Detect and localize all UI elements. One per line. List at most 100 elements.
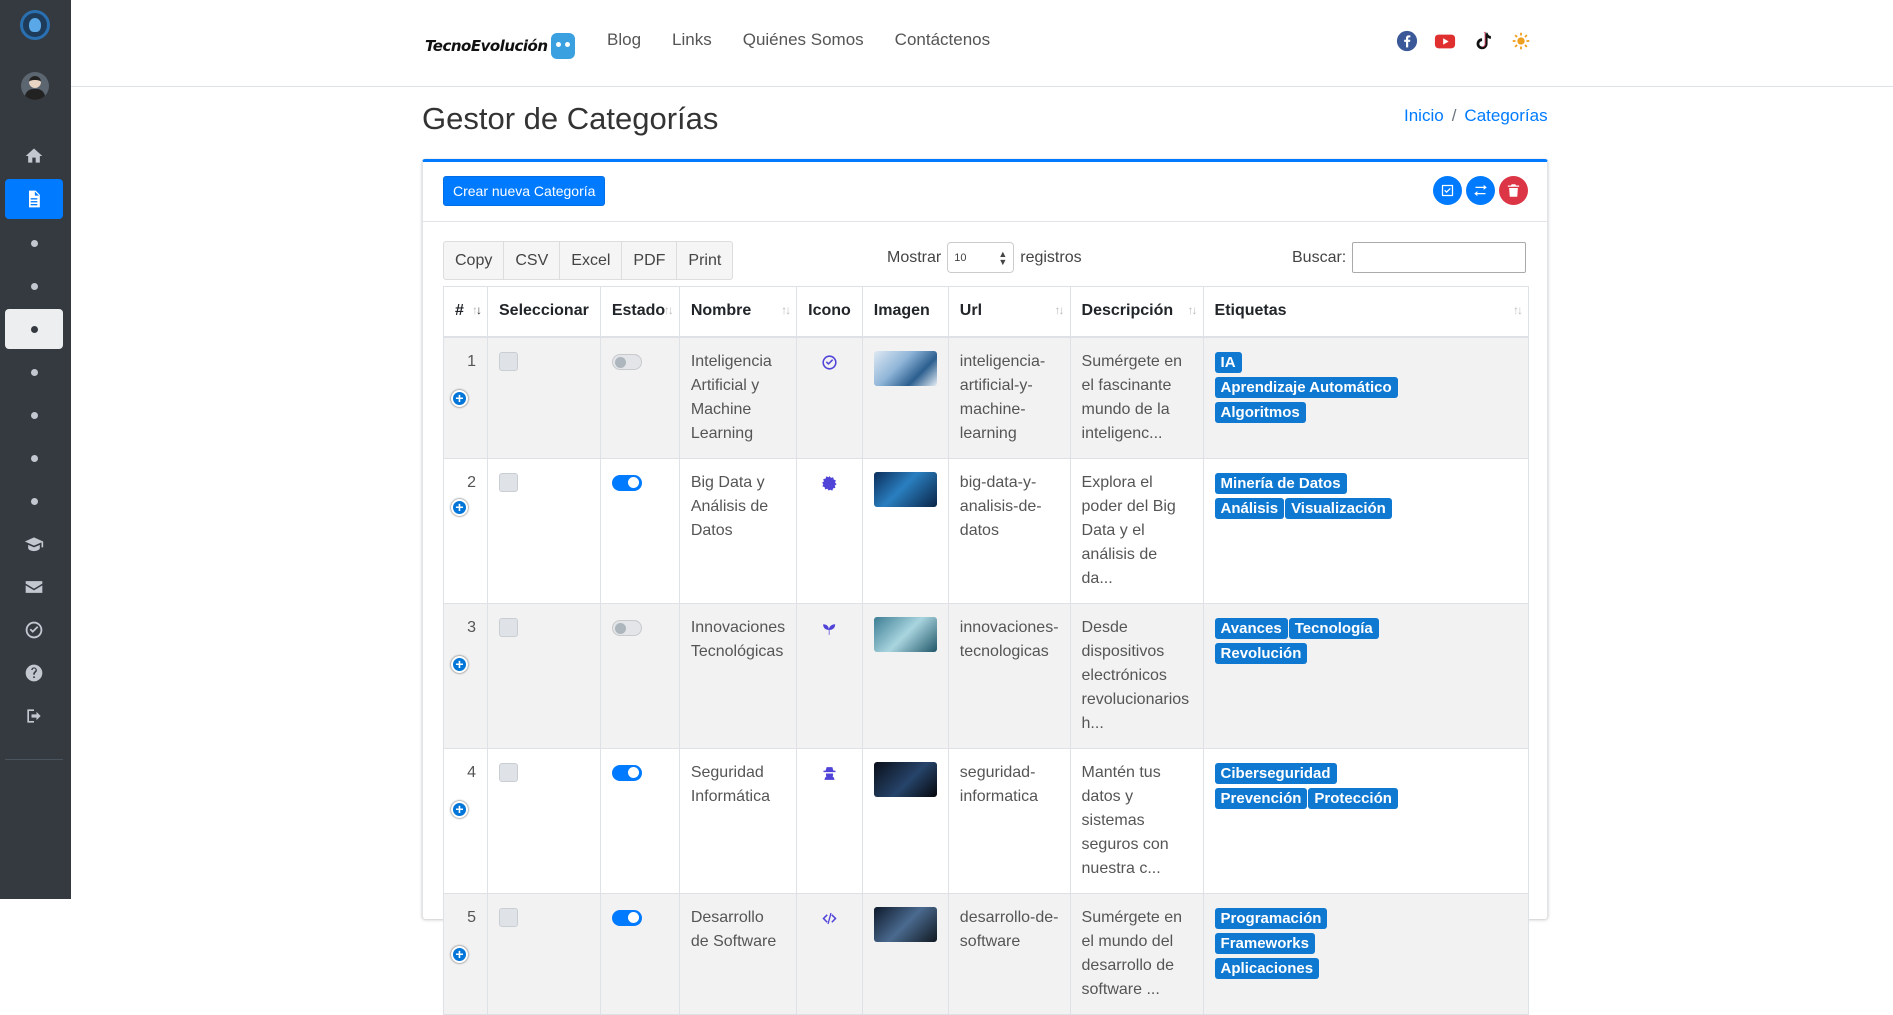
app-logo-icon[interactable] xyxy=(20,10,50,40)
card-header: Crear nueva Categoría xyxy=(423,162,1547,222)
expand-row-icon[interactable]: + xyxy=(451,655,468,673)
col-header-etiquetas[interactable]: Etiquetas ↑↓ xyxy=(1202,286,1530,338)
row-url: inteligencia-artificial-y-machine-learni… xyxy=(947,336,1071,459)
print-button[interactable]: Print xyxy=(677,242,732,279)
row-etiquetas: Programación Frameworks Aplicaciones xyxy=(1202,892,1530,1015)
tag-badge: Algoritmos xyxy=(1214,401,1306,423)
sidebar-subitem-7[interactable] xyxy=(5,481,63,521)
category-image[interactable] xyxy=(873,616,937,652)
toggle-status-button[interactable] xyxy=(1466,176,1495,205)
sidebar-subitem-2[interactable] xyxy=(5,266,63,306)
sidebar-subitem-6[interactable] xyxy=(5,438,63,478)
file-icon xyxy=(29,190,40,208)
sidebar-item-pages[interactable] xyxy=(5,179,63,219)
envelope-icon xyxy=(25,581,43,593)
row-select-checkbox[interactable] xyxy=(499,617,518,637)
status-toggle[interactable] xyxy=(611,909,642,926)
row-imagen xyxy=(861,457,949,604)
row-status-cell xyxy=(599,602,680,749)
sidebar-item-courses[interactable] xyxy=(5,524,63,564)
row-select-checkbox[interactable] xyxy=(499,351,518,371)
row-imagen xyxy=(861,602,949,749)
nav-link-links[interactable]: Links xyxy=(672,30,712,50)
check-circle-icon xyxy=(822,354,837,370)
row-etiquetas: Avances Tecnología Revolución xyxy=(1202,602,1530,749)
expand-row-icon[interactable]: + xyxy=(451,945,468,963)
tiktok-icon[interactable] xyxy=(1471,29,1495,53)
expand-row-icon[interactable]: + xyxy=(451,498,468,516)
sidebar-subitem-1[interactable] xyxy=(5,223,63,263)
search-input[interactable] xyxy=(1352,242,1527,273)
category-image[interactable] xyxy=(873,350,937,386)
status-toggle[interactable] xyxy=(611,619,642,636)
status-toggle[interactable] xyxy=(611,353,642,370)
tag-badge: Protección xyxy=(1308,787,1398,809)
breadcrumb: Inicio / Categorías xyxy=(1404,106,1548,126)
length-label-after: registros xyxy=(1020,248,1082,266)
col-header-url[interactable]: Url ↑↓ xyxy=(947,286,1071,338)
col-header-estado[interactable]: Estado ↑↓ xyxy=(599,286,680,338)
sidebar-item-home[interactable] xyxy=(5,136,63,176)
sidebar-subitem-5[interactable] xyxy=(5,395,63,435)
circle-icon xyxy=(30,411,38,419)
status-toggle[interactable] xyxy=(611,764,642,781)
category-image[interactable] xyxy=(873,471,937,507)
col-header-descripcion[interactable]: Descripción ↑↓ xyxy=(1069,286,1204,338)
brand-logo[interactable]: TecnoEvolución xyxy=(425,33,575,59)
sidebar-item-logout[interactable] xyxy=(5,696,63,736)
pdf-button[interactable]: PDF xyxy=(622,242,678,279)
sidebar-item-messages[interactable] xyxy=(5,567,63,607)
col-header-nombre[interactable]: Nombre ↑↓ xyxy=(678,286,798,338)
col-header-number[interactable]: # ↑↓ xyxy=(443,286,488,338)
seedling-icon xyxy=(823,623,836,635)
csv-button[interactable]: CSV xyxy=(504,242,561,279)
excel-button[interactable]: Excel xyxy=(560,242,623,279)
sidebar-subitem-4[interactable] xyxy=(5,352,63,392)
categories-table: # ↑↓ Seleccionar Estado ↑↓ Nombre ↑↓ Icono … xyxy=(443,286,1530,1015)
category-image[interactable] xyxy=(873,906,937,942)
page-length-select[interactable]: 10 ▲ ▼ xyxy=(947,242,1015,273)
sort-icon: ↑↓ xyxy=(472,303,482,317)
sort-icon: ↑↓ xyxy=(1513,303,1523,317)
row-nombre: Big Data y Análisis de Datos xyxy=(678,457,798,604)
col-header-imagen: Imagen xyxy=(861,286,949,338)
expand-row-icon[interactable]: + xyxy=(451,800,468,818)
col-header-icono: Icono xyxy=(796,286,863,338)
row-icono xyxy=(796,336,863,459)
row-nombre: Inteligencia Artificial y Machine Learni… xyxy=(678,336,798,459)
sidebar-item-help[interactable] xyxy=(5,653,63,693)
expand-row-icon[interactable]: + xyxy=(451,389,468,407)
copy-button[interactable]: Copy xyxy=(444,242,505,279)
user-avatar[interactable] xyxy=(21,72,49,100)
tag-badge: Frameworks xyxy=(1214,932,1315,954)
youtube-icon[interactable] xyxy=(1433,29,1457,53)
export-buttons: Copy CSV Excel PDF Print xyxy=(443,241,734,280)
nav-link-blog[interactable]: Blog xyxy=(607,30,641,50)
create-category-button[interactable]: Crear nueva Categoría xyxy=(443,176,606,206)
status-toggle[interactable] xyxy=(611,474,642,491)
category-image[interactable] xyxy=(873,761,937,797)
row-nombre: Innovaciones Tecnológicas xyxy=(678,602,798,749)
circle-icon xyxy=(30,282,38,290)
breadcrumb-home[interactable]: Inicio xyxy=(1404,106,1444,126)
sun-icon[interactable] xyxy=(1509,29,1533,53)
table-row: 1 + Inteligencia Artificial y Machine Lea… xyxy=(443,336,1530,459)
row-select-checkbox[interactable] xyxy=(499,907,518,927)
row-etiquetas: IA Aprendizaje Automático Algoritmos xyxy=(1202,336,1530,459)
nav-link-contact[interactable]: Contáctenos xyxy=(895,30,990,50)
categories-card: Crear nueva Categoría Copy CSV Excel PDF… xyxy=(422,159,1548,1015)
sidebar-subitem-3[interactable] xyxy=(5,309,63,349)
facebook-icon[interactable] xyxy=(1395,29,1419,53)
row-status-cell xyxy=(599,747,680,894)
select-all-button[interactable] xyxy=(1433,176,1462,205)
row-select-checkbox[interactable] xyxy=(499,472,518,492)
social-links xyxy=(1395,29,1533,53)
sidebar-item-tasks[interactable] xyxy=(5,610,63,650)
sidebar-divider xyxy=(5,759,63,760)
row-descripcion: Desde dispositivos electrónicos revoluci… xyxy=(1069,602,1204,749)
tag-badge: Aprendizaje Automático xyxy=(1214,376,1398,398)
row-select-checkbox[interactable] xyxy=(499,762,518,782)
nav-link-about[interactable]: Quiénes Somos xyxy=(743,30,864,50)
circle-icon xyxy=(30,239,38,247)
delete-selected-button[interactable] xyxy=(1499,176,1528,205)
